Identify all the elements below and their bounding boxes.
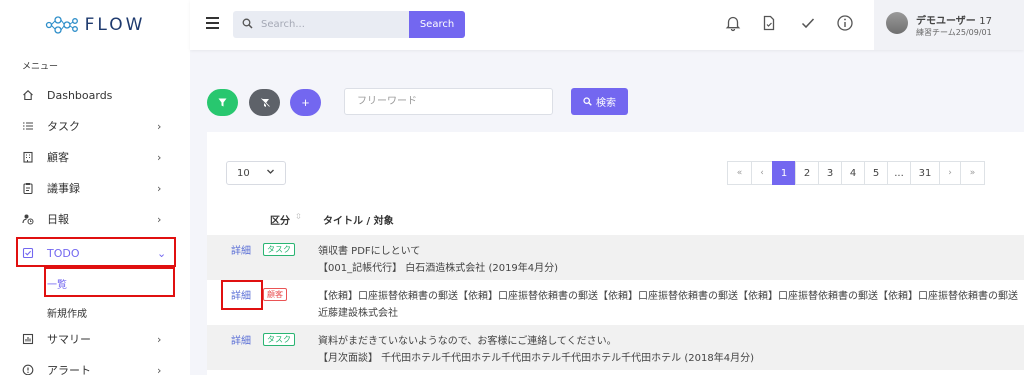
detail-link[interactable]: 詳細 <box>231 242 251 257</box>
alert-icon <box>22 364 34 375</box>
todo-list-card: 10 « ‹ 1 2 3 4 5 ... 31 › » 区分 ⇳ タイトル / … <box>207 132 1024 375</box>
search-icon <box>583 97 592 106</box>
page-31[interactable]: 31 <box>910 161 940 185</box>
flow-logo-icon <box>45 16 78 34</box>
sidebar: FLOW メニュー Dashboards タスク › 顧客 › 議事録 › 日報… <box>0 0 190 375</box>
table-row: 詳細 顧客 【依頼】口座振替依頼書の郵送【依頼】口座振替依頼書の郵送【依頼】口座… <box>207 280 1024 325</box>
sidebar-item-label: 日報 <box>47 213 69 226</box>
keyword-search-button[interactable]: 検索 <box>571 88 628 115</box>
chevron-right-icon: › <box>157 332 162 346</box>
sidebar-item-daily-report[interactable]: 日報 › <box>0 205 190 233</box>
user-team: 練習チーム25/09/01 <box>916 28 992 37</box>
search-input[interactable] <box>261 11 406 38</box>
highlight-box-list <box>44 267 175 297</box>
table-row: 詳細 タスク 資料がまだきていないようなので、お客様にご連絡してください。 【月… <box>207 325 1024 370</box>
chevron-right-icon: › <box>157 150 162 164</box>
logo-text: FLOW <box>84 15 146 35</box>
sidebar-subitem-new[interactable]: 新規作成 <box>47 305 87 320</box>
user-display-name: デモユーザー <box>916 16 976 27</box>
search-box <box>233 11 409 38</box>
plus-icon: + <box>301 95 310 110</box>
keyword-input[interactable] <box>344 88 553 115</box>
page-first[interactable]: « <box>727 161 752 185</box>
column-header-category[interactable]: 区分 <box>270 212 290 227</box>
search-button[interactable]: Search <box>409 11 465 38</box>
chevron-right-icon: › <box>157 181 162 195</box>
add-button[interactable]: + <box>290 89 321 116</box>
sort-icon[interactable]: ⇳ <box>295 212 302 221</box>
brand-logo[interactable]: FLOW <box>0 0 190 50</box>
sidebar-item-label: 議事録 <box>47 182 80 195</box>
row-title: 【依頼】口座振替依頼書の郵送【依頼】口座振替依頼書の郵送【依頼】口座振替依頼書の… <box>318 291 1018 302</box>
topbar: Search デモユーザー 17 練習チーム25/09/01 <box>190 0 1024 50</box>
bell-icon[interactable] <box>724 14 742 32</box>
sidebar-item-label: 顧客 <box>47 151 69 164</box>
chevron-right-icon: › <box>157 119 162 133</box>
clipboard-icon <box>22 182 34 194</box>
row-title: 資料がまだきていないようなので、お客様にご連絡してください。 <box>318 336 617 347</box>
chevron-right-icon: › <box>157 212 162 226</box>
sidebar-item-label: タスク <box>47 120 80 133</box>
highlight-box-todo <box>16 237 176 267</box>
sidebar-item-label: アラート <box>47 364 91 375</box>
user-menu[interactable]: デモユーザー 17 練習チーム25/09/01 <box>874 0 1024 50</box>
keyword-search-label: 検索 <box>596 98 616 109</box>
detail-link[interactable]: 詳細 <box>231 332 251 347</box>
list-icon <box>22 120 34 132</box>
row-title: 領収書 PDFにしといて <box>318 246 421 257</box>
row-target: 【月次面談】 千代田ホテル千代田ホテル千代田ホテル千代田ホテル千代田ホテル (2… <box>318 353 754 364</box>
page-5[interactable]: 5 <box>864 161 888 185</box>
chevron-down-icon <box>266 167 275 179</box>
row-target: 【001_記帳代行】 白石酒造株式会社 (2019年4月分) <box>318 263 559 274</box>
user-clock-icon <box>22 213 34 225</box>
filter-button[interactable] <box>207 89 238 116</box>
row-target: 近藤建設株式会社 <box>318 308 398 319</box>
sidebar-item-minutes[interactable]: 議事録 › <box>0 174 190 202</box>
table-row: 詳細 タスク 領収書 PDFにしといて 【001_記帳代行】 白石酒造株式会社 … <box>207 235 1024 280</box>
search-icon <box>242 18 253 32</box>
column-header-title[interactable]: タイトル / 対象 <box>323 212 394 227</box>
sidebar-item-customer[interactable]: 顧客 › <box>0 143 190 171</box>
filter-clear-icon <box>259 97 270 108</box>
page-3[interactable]: 3 <box>818 161 842 185</box>
page-1[interactable]: 1 <box>772 161 796 185</box>
sidebar-item-task[interactable]: タスク › <box>0 112 190 140</box>
category-badge: タスク <box>263 333 295 346</box>
pagination: « ‹ 1 2 3 4 5 ... 31 › » <box>727 161 985 185</box>
document-icon[interactable] <box>760 14 778 32</box>
page-ellipsis: ... <box>887 161 911 185</box>
sidebar-item-alert[interactable]: アラート › <box>0 356 190 375</box>
sidebar-item-label: Dashboards <box>47 88 113 102</box>
page-prev[interactable]: ‹ <box>751 161 773 185</box>
per-page-select[interactable]: 10 <box>226 161 286 185</box>
page-4[interactable]: 4 <box>841 161 865 185</box>
avatar <box>886 12 908 34</box>
info-icon[interactable] <box>836 14 854 32</box>
category-badge: 顧客 <box>263 288 287 301</box>
highlight-box-detail <box>221 280 263 310</box>
filter-clear-button[interactable] <box>249 89 280 116</box>
sidebar-item-summary[interactable]: サマリー › <box>0 325 190 353</box>
check-icon[interactable] <box>799 14 817 32</box>
sidebar-item-dashboards[interactable]: Dashboards <box>0 81 190 109</box>
page-last[interactable]: » <box>960 161 985 185</box>
per-page-value: 10 <box>237 167 250 179</box>
category-badge: タスク <box>263 243 295 256</box>
sidebar-item-label: サマリー <box>47 333 91 346</box>
user-name: デモユーザー 17 <box>916 12 992 27</box>
filter-icon <box>218 98 227 107</box>
menu-header: メニュー <box>22 62 59 72</box>
page-2[interactable]: 2 <box>795 161 819 185</box>
chevron-right-icon: › <box>157 363 162 375</box>
chart-icon <box>22 333 34 345</box>
page-next[interactable]: › <box>939 161 961 185</box>
hamburger-menu-icon[interactable] <box>206 17 219 29</box>
building-icon <box>22 151 34 163</box>
home-icon <box>22 89 34 101</box>
user-number: 17 <box>979 16 993 27</box>
